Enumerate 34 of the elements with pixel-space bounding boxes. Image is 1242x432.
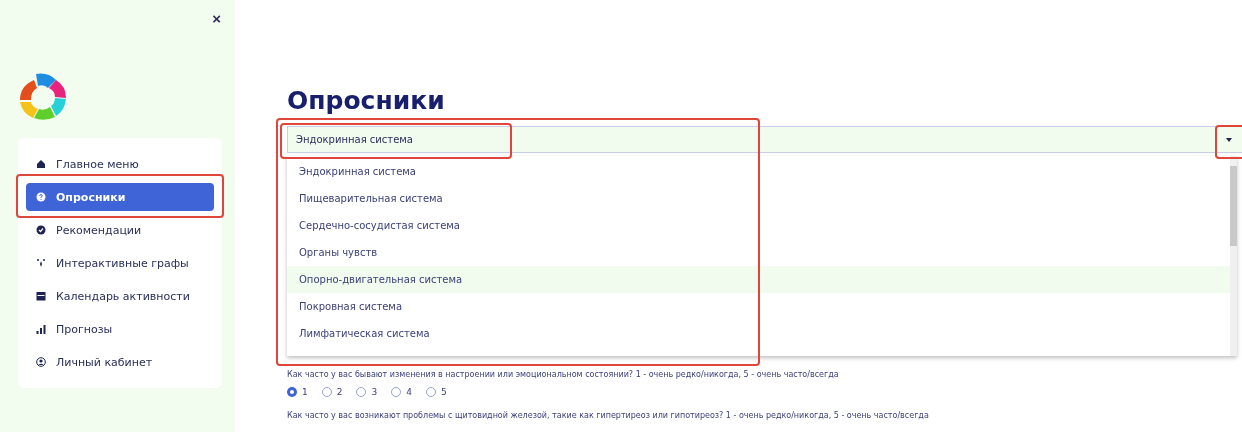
menu-item[interactable]: Календарь активности bbox=[26, 282, 214, 310]
dropdown-option[interactable]: Покровная система bbox=[287, 293, 1230, 320]
combobox-field[interactable]: Эндокринная система bbox=[287, 126, 1216, 153]
dropdown-option[interactable]: Лимфатическая система bbox=[287, 320, 1230, 347]
dropdown-option[interactable]: Сердечно-сосудистая система bbox=[287, 212, 1230, 239]
dropdown-option[interactable]: Пищеварительная система bbox=[287, 185, 1230, 212]
home-icon bbox=[36, 159, 46, 169]
radio-option[interactable]: 2 bbox=[321, 387, 343, 397]
calendar-icon bbox=[36, 291, 46, 301]
radio-option[interactable]: 3 bbox=[356, 387, 378, 397]
user-icon bbox=[36, 357, 46, 367]
caret-icon bbox=[1226, 137, 1232, 142]
highlight-frame bbox=[1215, 125, 1242, 159]
check-badge-icon bbox=[36, 225, 46, 235]
scrollbar[interactable] bbox=[1230, 156, 1237, 356]
menu-item[interactable]: Личный кабинет bbox=[26, 348, 214, 376]
menu-item[interactable]: Прогнозы bbox=[26, 315, 214, 343]
question-text: Как часто у вас бывают изменения в настроении или эмоциональном состоянии? 1 - очень редко/никогда, 5 - очень часто/всегда bbox=[287, 370, 840, 379]
radio-option[interactable]: 1 bbox=[287, 387, 308, 397]
menu-item[interactable]: Интерактивные графы bbox=[26, 249, 214, 277]
radio-option[interactable]: 4 bbox=[391, 387, 412, 397]
dropdown-option[interactable]: Органы чувств bbox=[287, 239, 1230, 266]
question-icon bbox=[36, 192, 46, 202]
menu-item[interactable]: Опросники bbox=[26, 183, 214, 211]
page-title: Опросники bbox=[287, 85, 446, 117]
close-button[interactable]: × bbox=[212, 12, 221, 26]
dropdown-option[interactable]: Эндокринная система bbox=[287, 158, 1230, 185]
bar-chart-icon bbox=[36, 324, 46, 334]
dropdown-option[interactable]: Опорно-двигательная система bbox=[287, 266, 1230, 293]
question-text: Как часто у вас возникают проблемы с щитовидной железой, такие как гипертиреоз или гипотиреоз? 1 - очень редко/никогда, 5 - очень часто/всегда bbox=[287, 411, 930, 420]
menu-item[interactable]: Главное меню bbox=[26, 150, 214, 178]
radio-option[interactable]: 5 bbox=[425, 387, 447, 397]
menu-item[interactable]: Рекомендации bbox=[26, 216, 214, 244]
flower-logo-icon bbox=[18, 72, 68, 122]
